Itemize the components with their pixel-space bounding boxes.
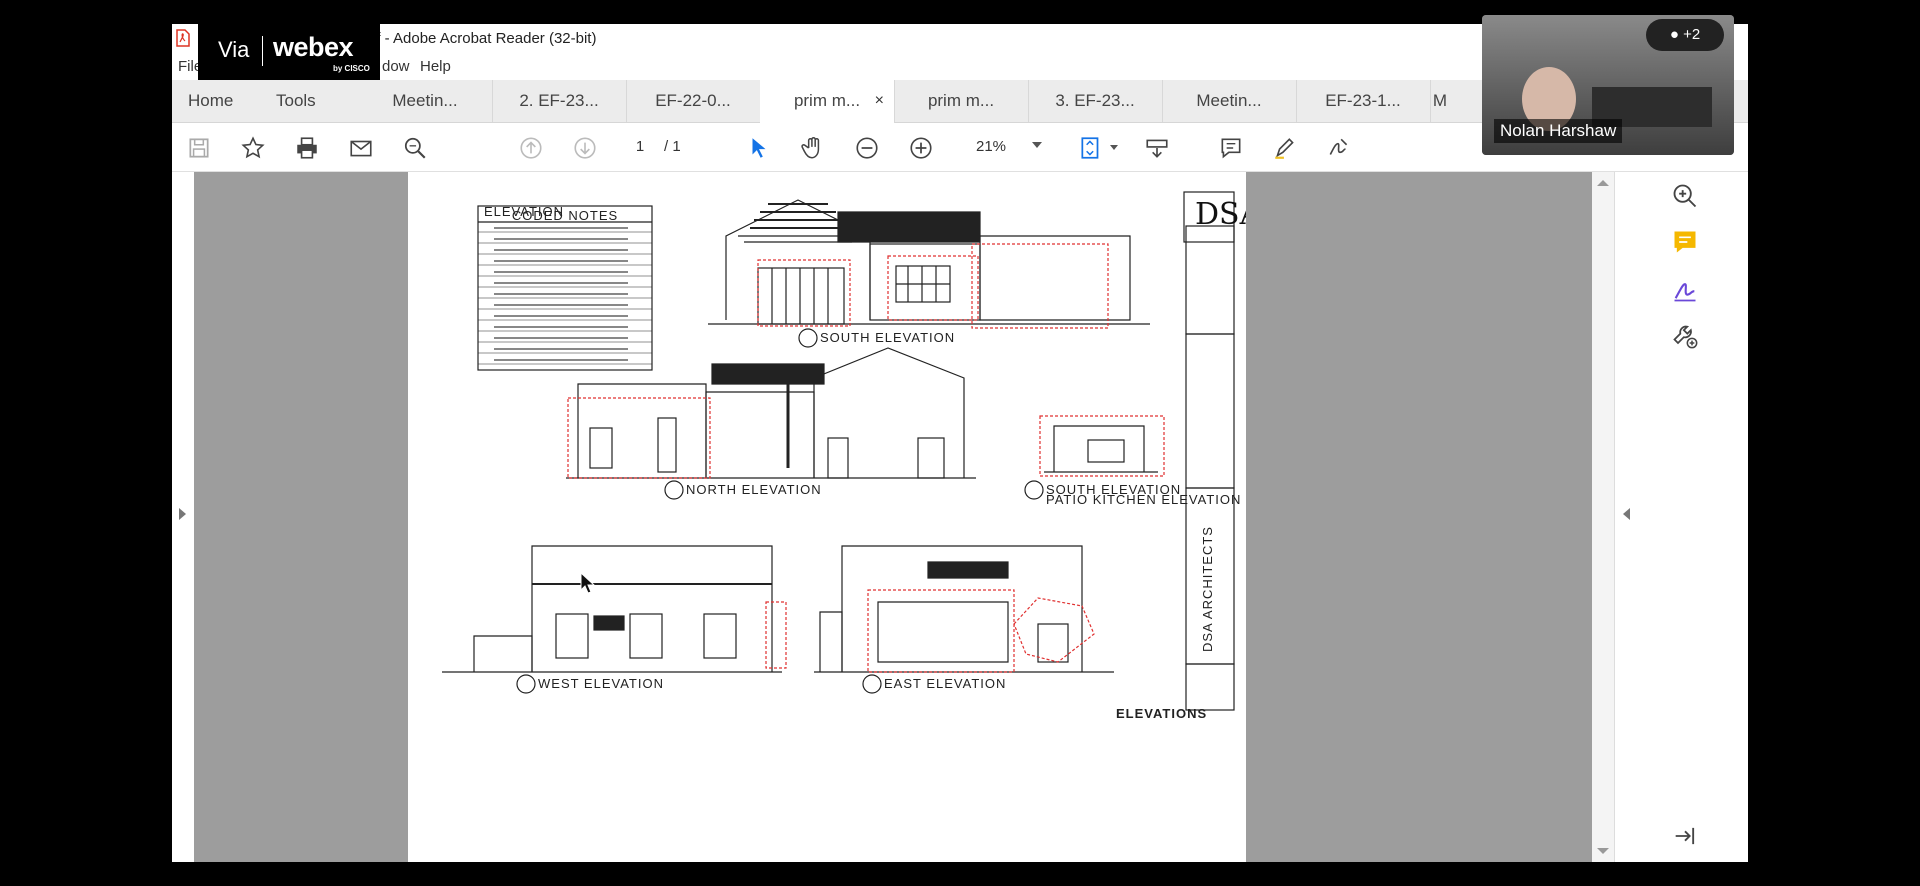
search-icon[interactable] xyxy=(402,135,428,161)
zoom-search-icon[interactable] xyxy=(1671,182,1699,210)
webex-logo: Via webex by CISCO xyxy=(198,24,380,80)
chevron-left-icon[interactable] xyxy=(1623,508,1630,520)
document-tab[interactable]: prim m... xyxy=(894,80,1029,122)
fill-sign-icon[interactable] xyxy=(1671,276,1699,304)
document-tab-label: 2. EF-23... xyxy=(519,91,599,110)
document-tab-label: Meetin... xyxy=(392,91,458,110)
document-tab-label: EF-22-0... xyxy=(655,91,731,110)
scroll-down-icon[interactable] xyxy=(1597,848,1609,854)
document-tab-label: M xyxy=(1432,91,1448,110)
participants-count: +2 xyxy=(1683,26,1701,43)
page-total: / 1 xyxy=(664,138,681,155)
label-west-elevation: WEST ELEVATION xyxy=(538,676,664,691)
fit-page-icon[interactable] xyxy=(1078,135,1104,161)
via-label: Via xyxy=(218,37,250,62)
zoom-level[interactable]: 21% xyxy=(976,138,1006,155)
vertical-scrollbar[interactable] xyxy=(1592,172,1614,862)
star-icon[interactable] xyxy=(240,135,266,161)
elevation-drawing: ELEVATION CODED NOTES SOUTH ELEVATION NO… xyxy=(442,191,1262,721)
document-tab[interactable]: EF-23-1... xyxy=(1296,80,1431,122)
participant-video-tile[interactable]: ● +2 Nolan Harshaw xyxy=(1482,15,1734,155)
window-title: df - Adobe Acrobat Reader (32-bit) xyxy=(368,30,597,47)
document-tab-label: 3. EF-23... xyxy=(1055,91,1135,110)
people-icon: ● xyxy=(1669,26,1684,43)
select-cursor-icon[interactable] xyxy=(746,135,772,161)
scroll-mode-icon[interactable] xyxy=(1144,135,1170,161)
pdf-page: ELEVATION CODED NOTES SOUTH ELEVATION NO… xyxy=(408,172,1262,862)
sign-icon[interactable] xyxy=(1326,135,1352,161)
firm-logo: DSA xyxy=(1195,197,1246,232)
close-icon[interactable]: × xyxy=(875,80,884,122)
label-firm: DSA ARCHITECTS xyxy=(1200,526,1215,652)
label-sheet-title: ELEVATIONS xyxy=(1116,706,1207,721)
document-area[interactable]: ELEVATION CODED NOTES SOUTH ELEVATION NO… xyxy=(172,172,1614,862)
notes-subtitle: CODED NOTES xyxy=(512,208,618,223)
document-tab[interactable]: prim m... × xyxy=(760,80,895,123)
tab-tools[interactable]: Tools xyxy=(276,80,316,122)
page-down-icon[interactable] xyxy=(572,135,598,161)
cisco-label: by CISCO xyxy=(333,64,370,73)
document-tab[interactable]: 3. EF-23... xyxy=(1028,80,1163,122)
webex-brand: webex xyxy=(273,32,354,62)
logo-divider xyxy=(262,36,263,66)
document-tab[interactable]: Meetin... xyxy=(358,80,493,122)
document-tab[interactable]: Meetin... xyxy=(1162,80,1297,122)
collapse-pane-icon[interactable] xyxy=(1671,822,1699,850)
mail-icon[interactable] xyxy=(348,135,374,161)
left-panel-toggle[interactable] xyxy=(172,172,194,862)
zoom-out-icon[interactable] xyxy=(854,135,880,161)
print-icon[interactable] xyxy=(294,135,320,161)
page-number-input[interactable]: 1 xyxy=(620,135,660,159)
page-up-icon[interactable] xyxy=(518,135,544,161)
menu-window[interactable]: dow xyxy=(382,58,410,75)
right-tools-pane xyxy=(1614,172,1748,862)
comment-panel-icon[interactable] xyxy=(1671,228,1699,256)
label-north-elevation: NORTH ELEVATION xyxy=(686,482,822,497)
participant-name: Nolan Harshaw xyxy=(1494,119,1623,143)
participants-badge[interactable]: ● +2 xyxy=(1646,19,1724,51)
label-patio-kitchen: PATIO KITCHEN ELEVATION xyxy=(1046,492,1241,507)
highlight-pen-icon[interactable] xyxy=(1272,135,1298,161)
hand-tool-icon[interactable] xyxy=(800,135,826,161)
chevron-right-icon[interactable] xyxy=(179,508,186,520)
chevron-down-icon[interactable] xyxy=(1032,142,1042,148)
label-east-elevation: EAST ELEVATION xyxy=(884,676,1006,691)
scroll-up-icon[interactable] xyxy=(1597,180,1609,186)
tools-wrench-icon[interactable] xyxy=(1671,322,1699,350)
document-tab[interactable]: 2. EF-23... xyxy=(492,80,627,122)
document-tab[interactable]: M xyxy=(1430,80,1450,122)
zoom-in-icon[interactable] xyxy=(908,135,934,161)
chevron-down-icon[interactable] xyxy=(1110,145,1118,150)
document-tab-label: prim m... xyxy=(927,91,995,110)
label-south-elevation: SOUTH ELEVATION xyxy=(820,330,955,345)
save-icon[interactable] xyxy=(186,135,212,161)
document-tab-label: EF-23-1... xyxy=(1325,91,1401,110)
comment-icon[interactable] xyxy=(1218,135,1244,161)
mouse-cursor-icon xyxy=(580,572,596,594)
document-tab-label: Meetin... xyxy=(1196,91,1262,110)
document-tab[interactable]: EF-22-0... xyxy=(626,80,761,122)
menu-help[interactable]: Help xyxy=(420,58,451,75)
tab-home[interactable]: Home xyxy=(188,80,233,122)
acrobat-icon xyxy=(176,29,190,47)
document-tab-label: prim m... xyxy=(793,91,861,110)
